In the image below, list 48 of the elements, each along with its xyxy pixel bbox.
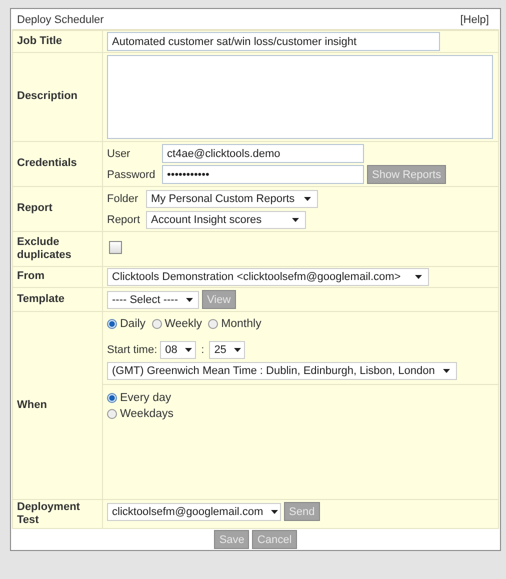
radio-label: Monthly: [221, 318, 262, 330]
dropdown[interactable]: 25: [209, 341, 246, 359]
time-separator: :: [200, 344, 206, 356]
dropdown[interactable]: My Personal Custom Reports: [146, 190, 318, 208]
field-label: Password: [107, 168, 156, 180]
radio-button[interactable]: [208, 319, 218, 329]
radio-button[interactable]: [107, 393, 117, 403]
field-label: Credentials: [17, 157, 77, 170]
field-label: Exclude duplicates: [17, 236, 72, 261]
field-label: User: [107, 148, 132, 160]
field-label: When: [17, 398, 47, 411]
dropdown[interactable]: Account Insight scores: [146, 210, 306, 228]
radio-button[interactable]: [152, 319, 162, 329]
text-area[interactable]: [107, 55, 493, 139]
input-field[interactable]: ct4ae@clicktools.demo: [162, 144, 364, 163]
caret-icon: [292, 218, 299, 222]
password-field[interactable]: •••••••••••: [162, 165, 364, 184]
dropdown[interactable]: clicktoolsefm@googlemail.com: [107, 502, 281, 520]
checkbox[interactable]: [109, 241, 122, 254]
radio-button[interactable]: [107, 319, 117, 329]
caret-icon: [234, 348, 242, 352]
field-label: From: [17, 270, 44, 282]
help-link[interactable]: [Help]: [460, 14, 489, 26]
dropdown[interactable]: ---- Select ----: [107, 290, 199, 308]
dropdown[interactable]: (GMT) Greenwich Mean Time : Dublin, Edinburgh, Lisbon, London: [107, 362, 457, 380]
field-label: Template: [17, 292, 64, 305]
caret-icon: [304, 196, 311, 200]
caret-icon: [271, 510, 278, 514]
radio-label: Weekdays: [120, 408, 174, 420]
field-label: Job Title: [17, 34, 62, 47]
caret-icon: [186, 298, 193, 302]
field-label: Start time:: [107, 344, 158, 356]
radio-label: Daily: [120, 318, 146, 330]
caret-icon: [185, 348, 192, 352]
field-label: Report: [17, 202, 52, 214]
dropdown[interactable]: 08: [160, 341, 196, 359]
caret-icon: [415, 275, 422, 279]
field-label: Report: [107, 214, 142, 226]
radio-button[interactable]: [107, 409, 117, 419]
dropdown[interactable]: Clicktools Demonstration <clicktoolsefm@googlemail.com>: [107, 268, 429, 286]
field-label: Deployment Test: [17, 501, 80, 526]
caret-icon: [443, 368, 450, 372]
field-label: Description: [17, 90, 78, 102]
radio-label: Weekly: [164, 318, 202, 330]
window-title: Deploy Scheduler: [17, 14, 104, 26]
field-label: Folder: [107, 192, 140, 204]
radio-label: Every day: [120, 392, 172, 404]
input-field[interactable]: Automated customer sat/win loss/customer insight: [107, 32, 440, 51]
